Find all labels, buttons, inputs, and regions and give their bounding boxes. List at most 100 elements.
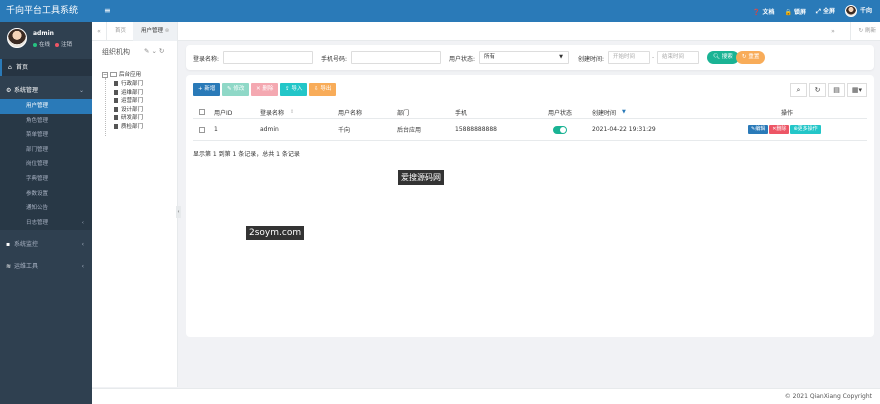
sidebar-item-menus[interactable]: 菜单管理 bbox=[0, 128, 92, 143]
file-icon bbox=[114, 81, 118, 86]
panel-collapse-handle[interactable]: ‹ bbox=[176, 206, 181, 218]
col-header-label: 登录名称 bbox=[260, 109, 285, 117]
tree-node-label: 运维部门 bbox=[121, 89, 144, 96]
refresh-button[interactable]: ↻ 刷新 bbox=[849, 22, 876, 41]
avatar[interactable] bbox=[7, 28, 27, 48]
sidebar-item-system[interactable]: ⚙ 系统管理 ⌄ bbox=[0, 82, 92, 99]
col-header-name[interactable]: 用户名称 bbox=[338, 106, 362, 118]
phone-input[interactable] bbox=[351, 51, 441, 64]
sidebar-item-roles[interactable]: 角色管理 bbox=[0, 114, 92, 129]
reset-button[interactable]: ↻ 重置 bbox=[736, 51, 766, 64]
footer: © 2021 QianXiang Copyright bbox=[92, 388, 880, 404]
col-header-created[interactable]: 创建时间 ▼ bbox=[592, 106, 626, 118]
row-edit-button[interactable]: ✎编辑 bbox=[748, 125, 769, 134]
sidebar-item-ops[interactable]: ≋ 运维工具 ‹ bbox=[0, 258, 92, 275]
collapse-icon[interactable]: − bbox=[102, 71, 108, 78]
import-label: 导入 bbox=[291, 86, 303, 92]
close-icon[interactable]: ⊗ bbox=[165, 28, 170, 34]
sidebar-item-label: 运维工具 bbox=[14, 263, 39, 271]
login-name-input[interactable] bbox=[223, 51, 313, 64]
row-more-button[interactable]: ⊕更多操作 bbox=[790, 125, 821, 134]
tree-node[interactable]: 运维部门 bbox=[102, 89, 143, 98]
tree-node[interactable]: 设计部门 bbox=[102, 106, 143, 115]
cell-name: 千向 bbox=[338, 127, 351, 134]
delete-button[interactable]: ✕ 删除 bbox=[251, 83, 279, 96]
file-icon bbox=[114, 89, 118, 95]
select-all-checkbox[interactable] bbox=[199, 106, 205, 118]
cell-phone: 15888888888 bbox=[455, 126, 497, 133]
status-select[interactable]: 所有 ▼ bbox=[479, 51, 569, 64]
row-edit-label: 编辑 bbox=[755, 126, 766, 132]
row-checkbox[interactable] bbox=[199, 119, 205, 140]
export-button[interactable]: ⇩ 导出 bbox=[309, 83, 337, 96]
sidebar-item-monitor[interactable]: ▪ 系统监控 ‹ bbox=[0, 236, 92, 253]
wifi-icon: ≋ bbox=[6, 263, 12, 271]
tree-node[interactable]: 研发部门 bbox=[102, 114, 143, 123]
search-button[interactable]: 🔍︎ 搜索 bbox=[707, 51, 739, 64]
sidebar-item-depts[interactable]: 部门管理 bbox=[0, 143, 92, 158]
user-menu[interactable]: 千向 bbox=[844, 5, 872, 17]
table-refresh-icon[interactable]: ↻ bbox=[809, 83, 826, 97]
tab-scroll-right-icon[interactable]: » bbox=[826, 22, 840, 41]
col-header-login[interactable]: 登录名称 ⇕ bbox=[260, 106, 294, 118]
cell-created: 2021-04-22 19:31:29 bbox=[592, 126, 656, 133]
refresh-icon: ↻ bbox=[858, 28, 864, 34]
close-icon: ✕ bbox=[256, 86, 261, 92]
plus-icon: + bbox=[198, 86, 203, 92]
col-header-id[interactable]: 用户ID bbox=[214, 106, 232, 118]
home-icon: ⌂ bbox=[8, 64, 12, 71]
sidebar-item-dict[interactable]: 字典管理 bbox=[0, 172, 92, 187]
row-delete-button[interactable]: ✕删除 bbox=[769, 125, 790, 134]
sidebar-item-label: 首页 bbox=[16, 64, 29, 71]
tab-home[interactable]: 首页 bbox=[107, 22, 136, 41]
sidebar-item-posts[interactable]: 岗位管理 bbox=[0, 157, 92, 172]
tree-node[interactable]: 行政部门 bbox=[102, 80, 143, 89]
add-button[interactable]: + 新增 bbox=[193, 83, 221, 96]
col-header-dept[interactable]: 部门 bbox=[397, 106, 409, 118]
table-search-icon[interactable]: ⌕ bbox=[790, 83, 807, 97]
table-toggle-view-icon[interactable]: ▤ bbox=[828, 83, 845, 97]
sidebar-item-users[interactable]: 用户管理 bbox=[0, 99, 92, 114]
phone-label: 手机号码: bbox=[321, 56, 348, 63]
add-label: 新增 bbox=[204, 86, 216, 92]
tree-node-root[interactable]: − 后台应用 bbox=[102, 71, 143, 80]
tree-node-label: 行政部门 bbox=[121, 81, 144, 87]
end-time-input[interactable]: 结束时间 bbox=[657, 51, 699, 64]
user-table-card: + 新增 ✎ 修改 ✕ 删除 ⇪ 导入 ⇩ 导出 ⌕ ↻ ▤ ▦▾ 用户ID 登… bbox=[186, 75, 874, 337]
tree-node[interactable]: 运营部门 bbox=[102, 97, 143, 106]
import-button[interactable]: ⇪ 导入 bbox=[280, 83, 308, 96]
upload-icon: ⇪ bbox=[285, 86, 290, 92]
tree-tools: ✎⌄↻ bbox=[144, 47, 166, 55]
refresh-icon[interactable]: ↻ bbox=[159, 47, 166, 55]
user-panel: admin 在线 注销 bbox=[0, 22, 92, 58]
login-name-label: 登录名称: bbox=[193, 56, 220, 63]
sidebar-item-logs[interactable]: 日志管理 ‹ bbox=[0, 216, 92, 231]
tab-bar: « 首页 用户管理 ⊗ » ↻ 刷新 bbox=[92, 22, 880, 41]
reset-button-label: 重置 bbox=[748, 54, 760, 60]
col-header-ops: 操作 bbox=[781, 109, 794, 117]
fullscreen-button[interactable]: ⤢ 全屏 bbox=[816, 6, 835, 16]
tab-scroll-left-icon[interactable]: « bbox=[92, 22, 107, 41]
col-header-status[interactable]: 用户状态 bbox=[548, 106, 572, 118]
status-toggle[interactable] bbox=[553, 119, 567, 140]
cell-login: admin bbox=[260, 126, 279, 133]
user-display-name: 千向 bbox=[859, 7, 872, 15]
tab-users[interactable]: 用户管理 ⊗ bbox=[133, 22, 179, 41]
gear-icon: ⚙ bbox=[6, 87, 12, 94]
col-header-phone[interactable]: 手机 bbox=[455, 106, 467, 118]
chevron-down-icon[interactable]: ⌄ bbox=[151, 47, 158, 55]
sidebar-item-config[interactable]: 参数设置 bbox=[0, 187, 92, 202]
sidebar-item-notice[interactable]: 通知公告 bbox=[0, 201, 92, 216]
edit-button[interactable]: ✎ 修改 bbox=[222, 83, 250, 96]
tree-node[interactable]: 质检部门 bbox=[102, 123, 143, 132]
lock-button[interactable]: 🔒 锁屏 bbox=[784, 7, 806, 16]
docs-button[interactable]: ❓ 文档 bbox=[753, 7, 775, 16]
online-dot-icon bbox=[33, 42, 37, 47]
logout-link[interactable]: 注销 bbox=[61, 42, 72, 48]
start-time-input[interactable]: 开始时间 bbox=[608, 51, 650, 64]
table-columns-icon[interactable]: ▦▾ bbox=[847, 83, 867, 97]
sidebar-item-home[interactable]: ⌂ 首页 bbox=[0, 59, 92, 76]
sidebar: 千向平台工具系统 admin 在线 注销 ⌂ 首页 ⚙ 系统管理 ⌄ 用户管理 角色管… bbox=[0, 0, 92, 404]
menu-toggle-icon[interactable]: ≡ bbox=[104, 6, 111, 15]
user-status: 在线 注销 bbox=[33, 40, 72, 48]
